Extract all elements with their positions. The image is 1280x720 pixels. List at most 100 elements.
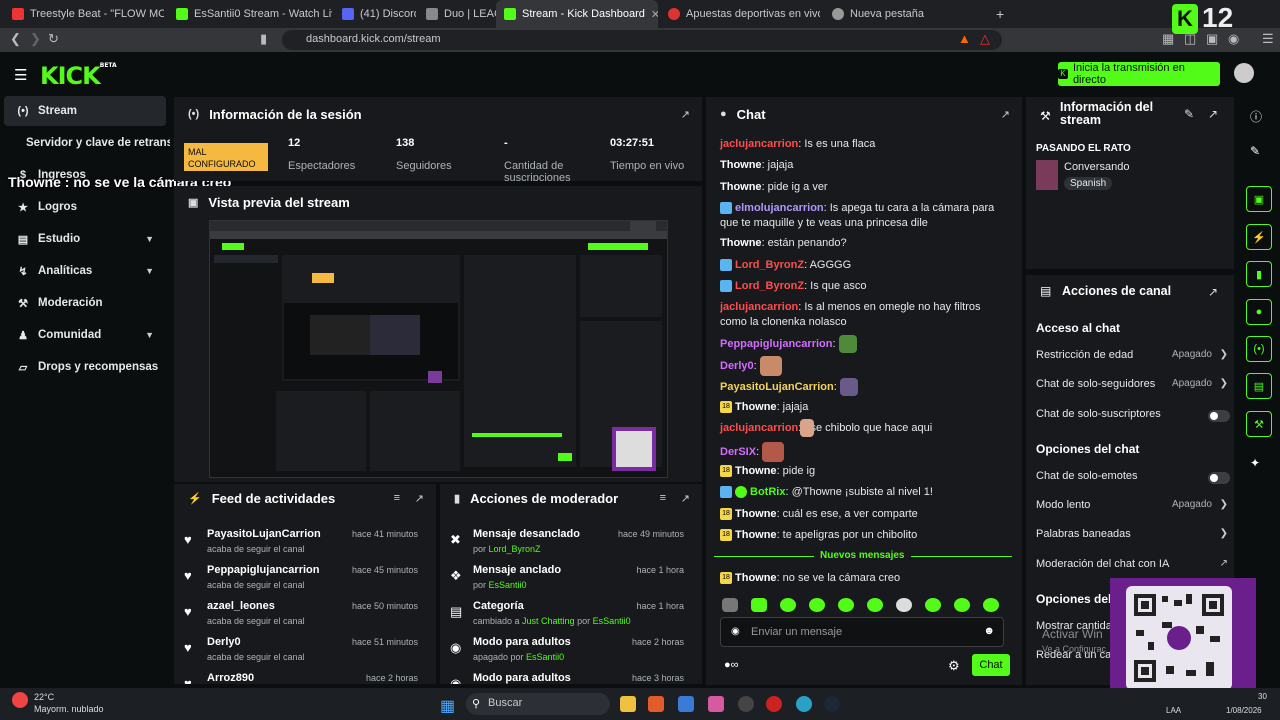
rewards-icon[interactable]: △ xyxy=(980,31,990,47)
browser-tab-bar: Treestyle Beat - "FLOW MONEY" | Fre EsSa… xyxy=(0,0,1280,28)
browser-tab[interactable]: EsSantii0 Stream - Watch Live on Kick xyxy=(168,0,332,28)
taskbar-search[interactable]: ⚲ Buscar xyxy=(466,693,610,715)
filter-icon[interactable]: ≡ xyxy=(660,492,666,504)
info-icon[interactable]: ⓘ xyxy=(1250,108,1262,125)
edge-icon[interactable] xyxy=(796,696,812,712)
emote-icon[interactable] xyxy=(722,598,738,612)
emote-icon[interactable] xyxy=(954,598,970,612)
expand-icon[interactable]: ↗ xyxy=(681,492,690,505)
emote-icon[interactable] xyxy=(838,598,854,612)
weather-desc[interactable]: Mayorm. nublado xyxy=(34,704,104,714)
sidebar-item-stream[interactable]: (•) Stream xyxy=(4,96,166,126)
forward-icon[interactable]: ❯ xyxy=(30,31,41,47)
kick-logo[interactable]: KICKBETA xyxy=(40,62,117,90)
section-heading: Opciones del chat xyxy=(1036,442,1140,456)
subscribers-only-toggle[interactable] xyxy=(1208,410,1230,422)
folder-icon[interactable] xyxy=(620,696,636,712)
edit-icon[interactable]: ✎ xyxy=(1250,144,1260,158)
expand-icon[interactable]: ↗ xyxy=(415,492,424,505)
stat-live-time: 03:27:51 Tiempo en vivo xyxy=(610,137,685,172)
list-item: ♥ Derly0 acaba de seguir el canal hace 51 m… xyxy=(184,636,418,662)
clock-time[interactable]: 30 xyxy=(1258,692,1267,701)
app-icon[interactable] xyxy=(678,696,694,712)
browser-tab[interactable]: Nueva pestaña xyxy=(824,0,984,28)
wrench-icon[interactable]: ⚒ xyxy=(1246,411,1272,437)
expand-icon[interactable]: ↗ xyxy=(1001,108,1010,121)
expand-icon[interactable]: ↗ xyxy=(1208,285,1218,299)
stream-preview-video[interactable] xyxy=(209,220,668,478)
setting-slow-mode[interactable]: Modo lento Apagado ❯ xyxy=(1036,499,1230,519)
browser-tab[interactable]: Duo | LEAG xyxy=(418,0,496,28)
sidebar-item-studio[interactable]: ▤ Estudio ▼ xyxy=(4,224,166,254)
extensions-icon[interactable]: ▦ xyxy=(1162,31,1174,47)
bookmark-icon[interactable]: ▮ xyxy=(260,31,267,47)
steam-icon[interactable] xyxy=(824,696,840,712)
emote-icon[interactable] xyxy=(867,598,883,612)
brave-shield-icon[interactable]: ▲ xyxy=(958,31,971,46)
sidebar-item-server-key[interactable]: Servidor y clave de retransmisión xyxy=(4,128,170,158)
bolt-icon[interactable]: ⚡ xyxy=(1246,224,1272,250)
emote-icon[interactable] xyxy=(983,598,999,612)
setting-age-restriction[interactable]: Restricción de edad Apagado ❯ xyxy=(1036,349,1230,369)
sidebar-item-analytics[interactable]: ↯ Analíticas ▼ xyxy=(4,256,166,286)
setting-followers-only[interactable]: Chat de solo-seguidores Apagado ❯ xyxy=(1036,378,1230,398)
emotes-only-toggle[interactable] xyxy=(1208,472,1230,484)
close-tab-icon[interactable]: ✕ xyxy=(645,8,658,21)
weather-temp[interactable]: 22°C xyxy=(34,692,54,702)
browser-tab[interactable]: (41) Discord | xyxy=(334,0,416,28)
chat-send-button[interactable]: Chat xyxy=(972,654,1010,676)
setting-ai-moderation[interactable]: Moderación del chat con IA ↗ xyxy=(1036,558,1230,578)
settings-extra-icon[interactable]: ●∞ xyxy=(724,659,739,671)
expand-icon[interactable]: ↗ xyxy=(681,108,690,121)
category-thumbnail xyxy=(1036,160,1058,190)
list-item: ♥ PayasitoLujanCarrion acaba de seguir el … xyxy=(184,528,418,554)
chat-bubble-icon[interactable]: ● xyxy=(1246,299,1272,325)
chevron-down-icon: ▼ xyxy=(145,234,154,244)
emote-icon[interactable] xyxy=(896,598,912,612)
emote-icon[interactable] xyxy=(809,598,825,612)
expand-icon[interactable]: ↗ xyxy=(1208,107,1218,121)
edit-icon[interactable]: ✎ xyxy=(1184,107,1194,121)
channel-icon[interactable]: ▤ xyxy=(1246,373,1272,399)
brave-icon[interactable] xyxy=(648,696,664,712)
sidebar-item-achievements[interactable]: ★ Logros xyxy=(4,192,166,222)
chat-message-input[interactable]: ◉ Enviar un mensaje ☻ xyxy=(720,617,1004,647)
emote-icon[interactable] xyxy=(751,598,767,612)
setting-banned-words[interactable]: Palabras baneadas ❯ xyxy=(1036,528,1230,548)
emoji-icon[interactable]: ☻ xyxy=(983,625,995,637)
browser-tab-active[interactable]: Stream - Kick Dashboard ✕ xyxy=(496,0,658,28)
clock-date[interactable]: 1/08/2026 xyxy=(1226,706,1262,715)
hamburger-menu-icon[interactable]: ☰ xyxy=(14,66,27,84)
avatar[interactable] xyxy=(1234,63,1254,83)
url-field[interactable]: dashboard.kick.com/stream xyxy=(282,30,1002,50)
new-tab-button[interactable]: + xyxy=(988,0,1008,28)
gear-icon[interactable]: ⚙ xyxy=(948,658,960,674)
new-messages-label[interactable]: Nuevos mensajes xyxy=(814,550,911,561)
browser-tab[interactable]: Apuestas deportivas en vivo | Casa de xyxy=(660,0,820,28)
layout-icon[interactable]: ✦ xyxy=(1250,456,1260,470)
windows-start-icon[interactable]: ▦ xyxy=(440,696,455,716)
emote-icon[interactable] xyxy=(925,598,941,612)
list-item: ♥ Arroz890 hace 2 horas xyxy=(174,668,428,684)
category-name[interactable]: Conversando xyxy=(1064,161,1129,173)
opera-icon[interactable] xyxy=(766,696,782,712)
activation-watermark-sub: Ve a Configurac xyxy=(1042,644,1107,654)
eye-icon: ◉ xyxy=(450,676,462,684)
obs-icon[interactable] xyxy=(738,696,754,712)
clipboard-icon[interactable]: ▮ xyxy=(1246,261,1272,287)
app-icon[interactable] xyxy=(708,696,724,712)
emote-icon[interactable] xyxy=(780,598,796,612)
back-icon[interactable]: ❮ xyxy=(10,31,21,47)
sidebar-item-drops[interactable]: ▱ Drops y recompensas xyxy=(4,352,166,382)
browser-tab[interactable]: Treestyle Beat - "FLOW MONEY" | Fre xyxy=(4,0,164,28)
go-live-button[interactable]: K Inicia la transmisión en directo xyxy=(1058,62,1220,86)
sidebar-item-moderation[interactable]: ⚒ Moderación xyxy=(4,288,166,318)
radio-icon[interactable]: (•) xyxy=(1246,336,1272,362)
reload-icon[interactable]: ↻ xyxy=(48,31,59,47)
input-language[interactable]: LAA xyxy=(1166,706,1181,715)
filter-icon[interactable]: ≡ xyxy=(394,492,400,504)
sidebar-item-community[interactable]: ♟ Comunidad ▼ xyxy=(4,320,166,350)
screen-icon[interactable]: ▣ xyxy=(1246,186,1272,212)
menu-icon[interactable]: ☰ xyxy=(1262,31,1274,47)
right-icon-rail: ⓘ ✎ ▣ ⚡ ▮ ● (•) ▤ ⚒ ✦ xyxy=(1240,94,1280,684)
